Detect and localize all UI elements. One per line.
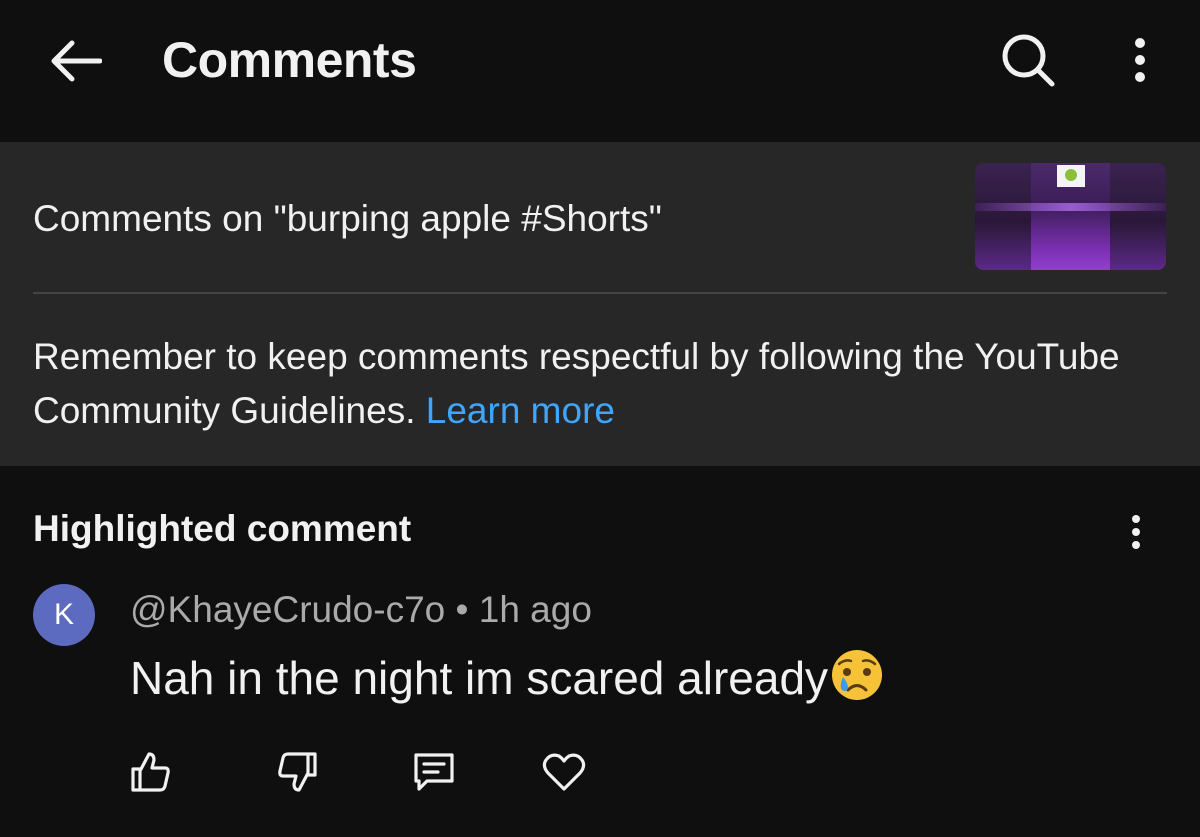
video-thumbnail[interactable]: [975, 163, 1166, 270]
thumbs-down-icon: [278, 752, 317, 792]
more-options-button[interactable]: [1112, 30, 1168, 90]
divider: [33, 292, 1167, 294]
thumbnail-light-strip: [975, 203, 1166, 211]
crying-face-emoji: [832, 650, 883, 700]
comments-info-panel: Comments on "burping apple #Shorts" Reme…: [0, 142, 1200, 466]
search-button[interactable]: [996, 28, 1060, 92]
dislike-button[interactable]: [266, 740, 330, 804]
comment-more-options-button[interactable]: [1116, 508, 1156, 556]
back-arrow-icon: [51, 40, 102, 82]
meta-separator: •: [445, 589, 479, 630]
like-button[interactable]: [118, 740, 182, 804]
more-vert-icon: [1132, 515, 1140, 549]
comment-body: Nah in the night im scared already: [130, 648, 884, 707]
thumbnail-left-panel: [975, 163, 1031, 270]
reply-button[interactable]: [402, 740, 466, 804]
avatar[interactable]: K: [33, 584, 95, 646]
thumbs-up-icon: [131, 752, 170, 792]
page-title: Comments: [162, 32, 417, 88]
video-comments-label: Comments on "burping apple #Shorts": [33, 198, 662, 239]
avatar-letter: K: [53, 598, 74, 631]
comment-author[interactable]: @KhayeCrudo-c7o: [130, 589, 445, 630]
heart-button[interactable]: [532, 740, 596, 804]
heart-icon: [542, 753, 586, 791]
highlighted-comment-heading: Highlighted comment: [33, 508, 412, 549]
comment-actions: [0, 740, 1200, 810]
reply-icon: [414, 753, 454, 791]
top-app-bar: Comments: [0, 0, 1200, 142]
thumbnail-apple-image: [1057, 165, 1085, 187]
back-button[interactable]: [44, 30, 106, 92]
comment-text: Nah in the night im scared already: [130, 652, 829, 704]
more-vert-icon: [1135, 38, 1145, 82]
learn-more-link[interactable]: Learn more: [426, 390, 615, 431]
comment-time: 1h ago: [478, 589, 592, 630]
thumbnail-right-panel: [1110, 163, 1166, 270]
community-guidelines-notice: Remember to keep comments respectful by …: [33, 330, 1153, 438]
comment-meta: @KhayeCrudo-c7o • 1h ago: [130, 586, 592, 634]
search-icon: [1002, 34, 1055, 87]
